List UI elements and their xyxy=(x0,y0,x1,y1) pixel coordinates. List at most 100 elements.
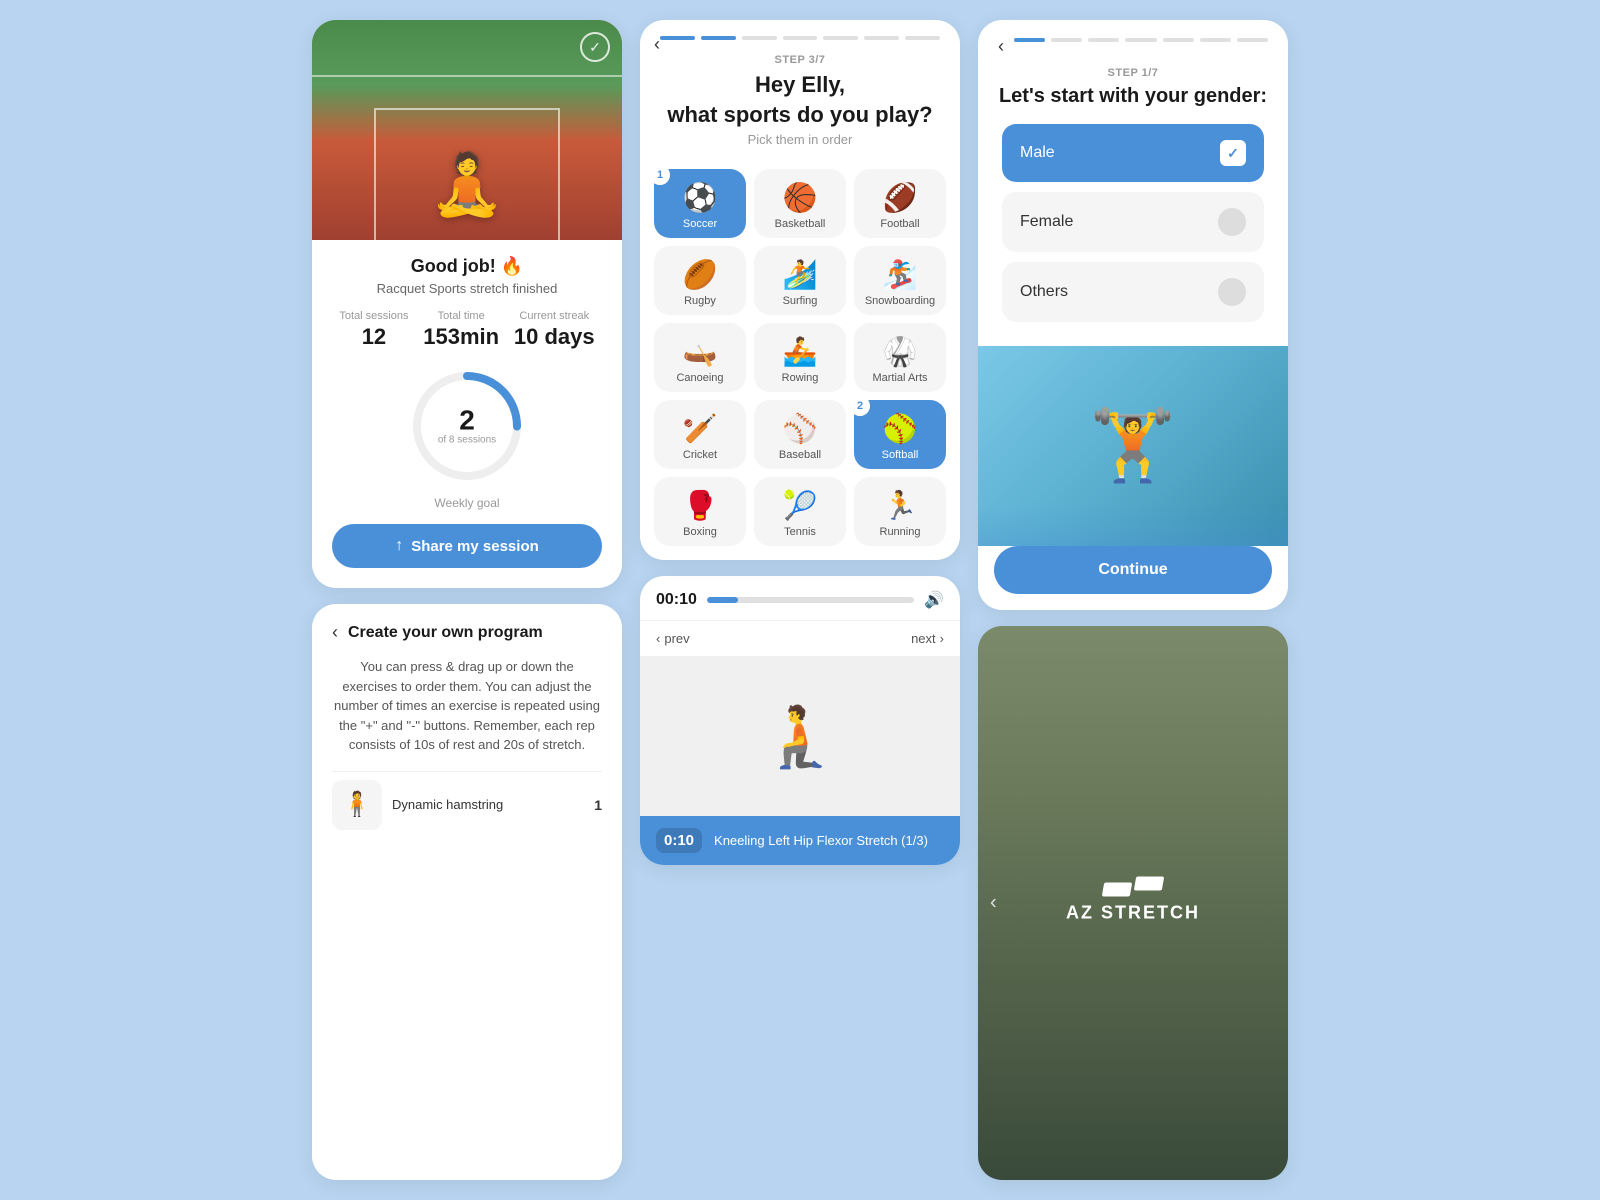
middle-column: ‹ STEP 3/7 Hey Elly, what sports do you … xyxy=(640,20,960,1180)
sport-item-rowing[interactable]: 🚣Rowing xyxy=(754,323,846,392)
gender-option-others[interactable]: Others xyxy=(1002,262,1264,322)
sport-emoji: 🚣 xyxy=(783,335,818,368)
progress-segment-5 xyxy=(823,36,858,40)
next-icon: › xyxy=(940,631,944,646)
sport-name: Canoeing xyxy=(676,372,723,384)
stat-sessions: Total sessions 12 xyxy=(339,310,408,350)
sport-emoji: 🏂 xyxy=(883,258,918,291)
exercise-item: 🧍 Dynamic hamstring 1 xyxy=(332,771,602,838)
sports-header-name: Hey Elly, xyxy=(660,72,940,98)
sport-emoji: 🏏 xyxy=(683,412,718,445)
gender-step-label: STEP 1/7 xyxy=(998,67,1268,79)
gender-progress-5 xyxy=(1163,38,1194,42)
gender-top: ‹ STEP 1/7 Let's start with your gender:… xyxy=(978,20,1288,346)
create-title: Create your own program xyxy=(348,624,543,642)
gender-toggle xyxy=(1218,208,1246,236)
gender-progress-4 xyxy=(1125,38,1156,42)
sound-icon[interactable]: 🔊 xyxy=(924,590,944,610)
sports-header-question: what sports do you play? xyxy=(660,102,940,128)
step-label: STEP 3/7 xyxy=(660,54,940,66)
progress-segment-3 xyxy=(742,36,777,40)
sport-name: Soccer xyxy=(683,218,717,230)
gender-progress-6 xyxy=(1200,38,1231,42)
create-description: You can press & drag up or down the exer… xyxy=(332,657,602,755)
sport-item-baseball[interactable]: ⚾ Baseball xyxy=(754,400,846,469)
az-icon xyxy=(1066,883,1200,897)
sport-emoji: ⚾ xyxy=(783,412,818,445)
sport-item-tennis[interactable]: 🎾 Tennis xyxy=(754,477,846,546)
progress-segment-6 xyxy=(864,36,899,40)
prev-label: prev xyxy=(664,631,689,646)
prev-button[interactable]: ‹ prev xyxy=(656,631,690,646)
continue-button[interactable]: Continue xyxy=(994,546,1272,594)
timer-top: 00:10 🔊 xyxy=(640,576,960,621)
az-logo: AZ STRETCH xyxy=(1066,883,1200,924)
sport-emoji: 🏈 xyxy=(883,181,918,214)
check-icon: ✓ xyxy=(580,32,610,62)
sport-name: Softball xyxy=(882,449,919,461)
timer-row: 00:10 🔊 xyxy=(656,590,944,610)
gender-progress-2 xyxy=(1051,38,1082,42)
sport-item-soccer[interactable]: 1⚽Soccer xyxy=(654,169,746,238)
timer-progress-bar xyxy=(707,597,914,603)
sport-name: Running xyxy=(880,526,921,538)
progress-segment-4 xyxy=(783,36,818,40)
sports-back-arrow[interactable]: ‹ xyxy=(654,34,660,55)
timer-progress-fill xyxy=(707,597,738,603)
progress-segment-1 xyxy=(660,36,695,40)
goodjob-card: 🧘 ✓ Good job! 🔥 Racquet Sports stretch f… xyxy=(312,20,622,588)
az-back-arrow[interactable]: ‹ xyxy=(990,892,997,915)
sport-item-cricket[interactable]: 🏏 Cricket xyxy=(654,400,746,469)
sport-name: Baseball xyxy=(779,449,821,461)
ring-text: 2 of 8 sessions xyxy=(438,407,496,446)
sport-emoji: 🏄 xyxy=(783,258,818,291)
gender-progress-1 xyxy=(1014,38,1045,42)
sports-selection-card: ‹ STEP 3/7 Hey Elly, what sports do you … xyxy=(640,20,960,560)
gender-toggle xyxy=(1220,140,1246,166)
sport-emoji: 🥋 xyxy=(883,335,918,368)
sport-item-surfing[interactable]: 🏄Surfing xyxy=(754,246,846,315)
next-button[interactable]: next › xyxy=(911,631,944,646)
gender-back-arrow[interactable]: ‹ xyxy=(998,36,1004,57)
sport-item-boxing[interactable]: 🥊 Boxing xyxy=(654,477,746,546)
sport-name: Cricket xyxy=(683,449,717,461)
exercise-time-badge: 0:10 xyxy=(656,828,702,853)
exercise-name: Dynamic hamstring xyxy=(392,797,584,812)
sport-emoji: ⚽ xyxy=(683,181,718,214)
az-stripe-1 xyxy=(1102,883,1132,897)
exercise-visual: 🧎 xyxy=(640,656,960,816)
gender-option-male[interactable]: Male xyxy=(1002,124,1264,182)
back-arrow-icon[interactable]: ‹ xyxy=(332,622,338,643)
sport-item-basketball[interactable]: 🏀Basketball xyxy=(754,169,846,238)
ring-subtitle: of 8 sessions xyxy=(438,435,496,446)
sport-emoji: 🏀 xyxy=(783,181,818,214)
sport-item-snowboarding[interactable]: 🏂 Snowboarding xyxy=(854,246,946,315)
sport-emoji: 🏉 xyxy=(683,258,718,291)
sport-name: Tennis xyxy=(784,526,816,538)
sport-emoji: 🏃 xyxy=(883,489,918,522)
gender-title: Let's start with your gender: xyxy=(998,85,1268,108)
gender-option-female[interactable]: Female xyxy=(1002,192,1264,252)
sport-item-martial-arts[interactable]: 🥋Martial Arts xyxy=(854,323,946,392)
sport-item-canoeing[interactable]: 🛶 Canoeing xyxy=(654,323,746,392)
goodjob-title: Good job! 🔥 xyxy=(332,256,602,277)
gender-options: Male Female Others xyxy=(998,124,1268,322)
sport-item-rugby[interactable]: 🏉Rugby xyxy=(654,246,746,315)
sport-item-running[interactable]: 🏃 Running xyxy=(854,477,946,546)
sport-emoji: 🥎 xyxy=(883,412,918,445)
sport-item-softball[interactable]: 2🥎Softball xyxy=(854,400,946,469)
sport-name: Snowboarding xyxy=(865,295,935,307)
stat-streak: Current streak 10 days xyxy=(514,310,595,350)
share-session-button[interactable]: ↑ Share my session xyxy=(332,524,602,568)
gender-progress-3 xyxy=(1088,38,1119,42)
exercise-nav: ‹ prev next › xyxy=(640,621,960,656)
progress-segment-7 xyxy=(905,36,940,40)
sport-emoji: 🛶 xyxy=(683,335,718,368)
gender-label: Female xyxy=(1020,213,1073,231)
left-column: 🧘 ✓ Good job! 🔥 Racquet Sports stretch f… xyxy=(312,20,622,1180)
sport-item-football[interactable]: 🏈Football xyxy=(854,169,946,238)
next-label: next xyxy=(911,631,936,646)
sport-emoji: 🎾 xyxy=(783,489,818,522)
sport-name: Boxing xyxy=(683,526,717,538)
sport-emoji: 🥊 xyxy=(683,489,718,522)
